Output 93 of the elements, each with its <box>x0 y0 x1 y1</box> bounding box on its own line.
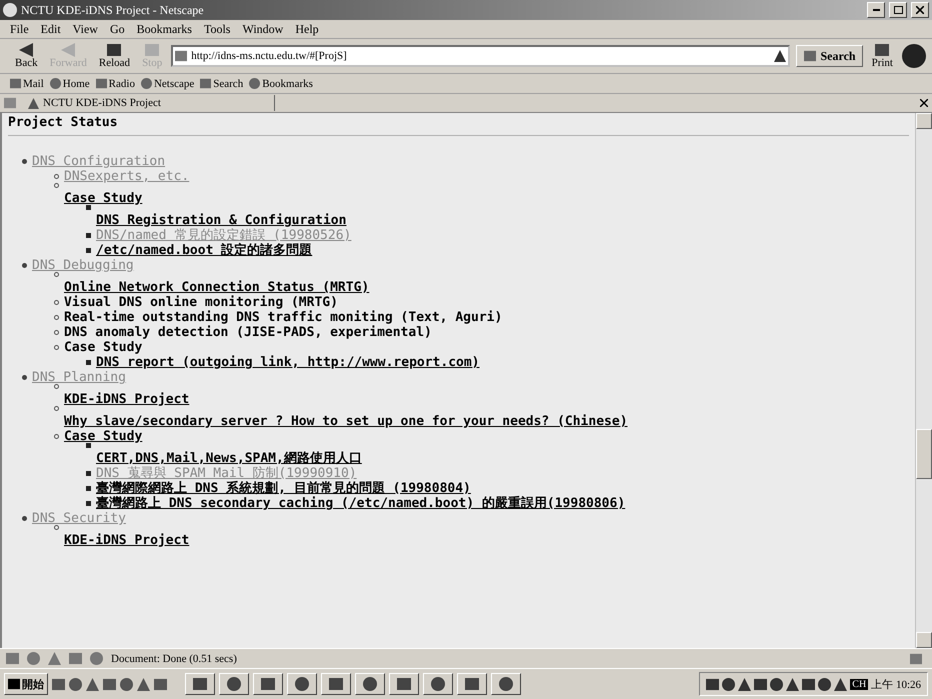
tray-icon[interactable] <box>722 678 736 690</box>
maximize-button[interactable] <box>889 2 907 18</box>
close-icon[interactable] <box>920 99 928 107</box>
outline-link[interactable]: Why slave/secondary server ? How to set up one for your needs? (Chinese) <box>64 414 628 429</box>
quick-launch-icon[interactable] <box>103 678 116 690</box>
maximize-icon <box>894 6 902 14</box>
app-icon <box>3 3 17 17</box>
toolbar-link[interactable]: Bookmarks <box>249 78 313 90</box>
quick-launch-icon[interactable] <box>86 678 99 690</box>
menu-item[interactable]: File <box>10 22 29 36</box>
start-button[interactable]: 開始 <box>4 673 48 695</box>
tray-icon[interactable] <box>818 678 832 690</box>
scrollbar[interactable] <box>915 113 932 648</box>
taskbar-button[interactable] <box>457 673 487 695</box>
nav-button[interactable]: Back <box>12 43 41 69</box>
print-button[interactable]: Print <box>868 43 896 69</box>
outline-text: DNS anomaly detection (JISE-PADS, experimental) <box>64 325 432 340</box>
nav-button[interactable]: Reload <box>96 43 134 69</box>
outline-text: Case Study <box>64 340 142 355</box>
page-heading: Project Status <box>8 115 909 136</box>
taskbar-button[interactable] <box>389 673 419 695</box>
page-tab[interactable]: NCTU KDE-iDNS Project <box>22 95 275 111</box>
taskbar-button[interactable] <box>491 673 521 695</box>
window-icon <box>193 677 207 691</box>
menu-item[interactable]: Help <box>295 22 319 36</box>
menu-item[interactable]: Bookmarks <box>136 22 192 36</box>
quick-launch-icon[interactable] <box>52 678 65 690</box>
toolbar-link[interactable]: Search <box>200 78 244 90</box>
minimize-button[interactable] <box>867 2 885 18</box>
window-icon <box>397 677 411 691</box>
window-icon <box>465 677 479 691</box>
search-button[interactable]: Search <box>796 45 863 67</box>
tray-icon[interactable] <box>770 678 784 690</box>
minimize-icon <box>872 9 880 11</box>
close-button[interactable] <box>911 2 929 18</box>
tab-icon <box>4 97 16 109</box>
tray-icon[interactable] <box>738 678 752 690</box>
taskbar-button[interactable] <box>423 673 453 695</box>
quick-launch-icon[interactable] <box>69 678 82 690</box>
taskbar-button[interactable] <box>287 673 317 695</box>
menu-item[interactable]: View <box>72 22 98 36</box>
outline-link[interactable]: Case Study <box>64 429 142 444</box>
outline-link[interactable]: CERT,DNS,Mail,News,SPAM,網路使用人口 <box>96 451 362 466</box>
back-arrow-icon <box>19 43 34 57</box>
clock: 上午 10:26 <box>871 678 921 692</box>
logo-icon <box>902 44 926 68</box>
window-icon <box>295 677 309 691</box>
taskbar-button[interactable] <box>219 673 249 695</box>
window-icon <box>261 677 275 691</box>
tray-icon[interactable] <box>754 678 768 690</box>
toolbar-link[interactable]: Home <box>50 78 90 90</box>
outline-link[interactable]: DNS Registration & Configuration <box>96 213 346 228</box>
menu-item[interactable]: Edit <box>40 22 61 36</box>
stop-icon <box>145 43 160 57</box>
window-icon <box>227 677 241 691</box>
toolbar-link[interactable]: Netscape <box>140 78 194 90</box>
quick-launch-icon[interactable] <box>120 678 133 690</box>
menu-item[interactable]: Go <box>110 22 125 36</box>
forward-arrow-icon <box>61 43 76 57</box>
language-indicator[interactable]: CH <box>850 678 868 690</box>
outline-link[interactable]: Online Network Connection Status (MRTG) <box>64 280 370 295</box>
window-icon <box>499 677 513 691</box>
taskbar-button[interactable] <box>355 673 385 695</box>
outline-text: Visual DNS online monitoring (MRTG) <box>64 295 338 310</box>
menu-item[interactable]: Window <box>242 22 284 36</box>
close-icon <box>916 6 924 14</box>
outline-link[interactable]: KDE-iDNS Project <box>64 392 190 407</box>
taskbar-button[interactable] <box>321 673 351 695</box>
menu-item[interactable]: Tools <box>204 22 230 36</box>
window-icon <box>431 677 445 691</box>
toolbar-link[interactable]: Radio <box>96 78 135 90</box>
window-title: NCTU KDE-iDNS Project - Netscape <box>21 2 205 18</box>
outline-link[interactable]: DNS report (outgoing link, http://www.report.com) <box>96 355 480 370</box>
tray-icon[interactable] <box>786 678 800 690</box>
outline-link[interactable]: Case Study <box>64 191 142 206</box>
window-icon <box>363 677 377 691</box>
toolbar-link[interactable]: Mail <box>10 78 44 90</box>
taskbar-button[interactable] <box>185 673 215 695</box>
outline-link[interactable]: /etc/named.boot 設定的諸多問題 <box>96 243 312 258</box>
taskbar-button[interactable] <box>253 673 283 695</box>
page-icon <box>175 50 188 62</box>
tray-icon[interactable] <box>834 678 848 690</box>
quick-launch-icon[interactable] <box>137 678 150 690</box>
quick-launch-icon[interactable] <box>154 678 167 690</box>
outline-link[interactable]: 臺灣網路上 DNS secondary caching (/etc/named.boot) 的嚴重誤用(19980806) <box>96 496 626 511</box>
window-icon <box>329 677 343 691</box>
tray-icon[interactable] <box>706 678 720 690</box>
tray-icon[interactable] <box>802 678 816 690</box>
outline-link[interactable]: KDE-iDNS Project <box>64 533 190 548</box>
status-text: Document: Done (0.51 secs) <box>111 652 237 664</box>
outline-link[interactable]: 臺灣網際網路上 DNS 系統規劃, 目前常見的問題 (19980804) <box>96 481 471 496</box>
outline-text: Real-time outstanding DNS traffic moniting (Text, Aguri) <box>64 310 502 325</box>
address-field[interactable]: http://idns-ms.nctu.edu.tw/#[ProjS] <box>171 45 790 67</box>
